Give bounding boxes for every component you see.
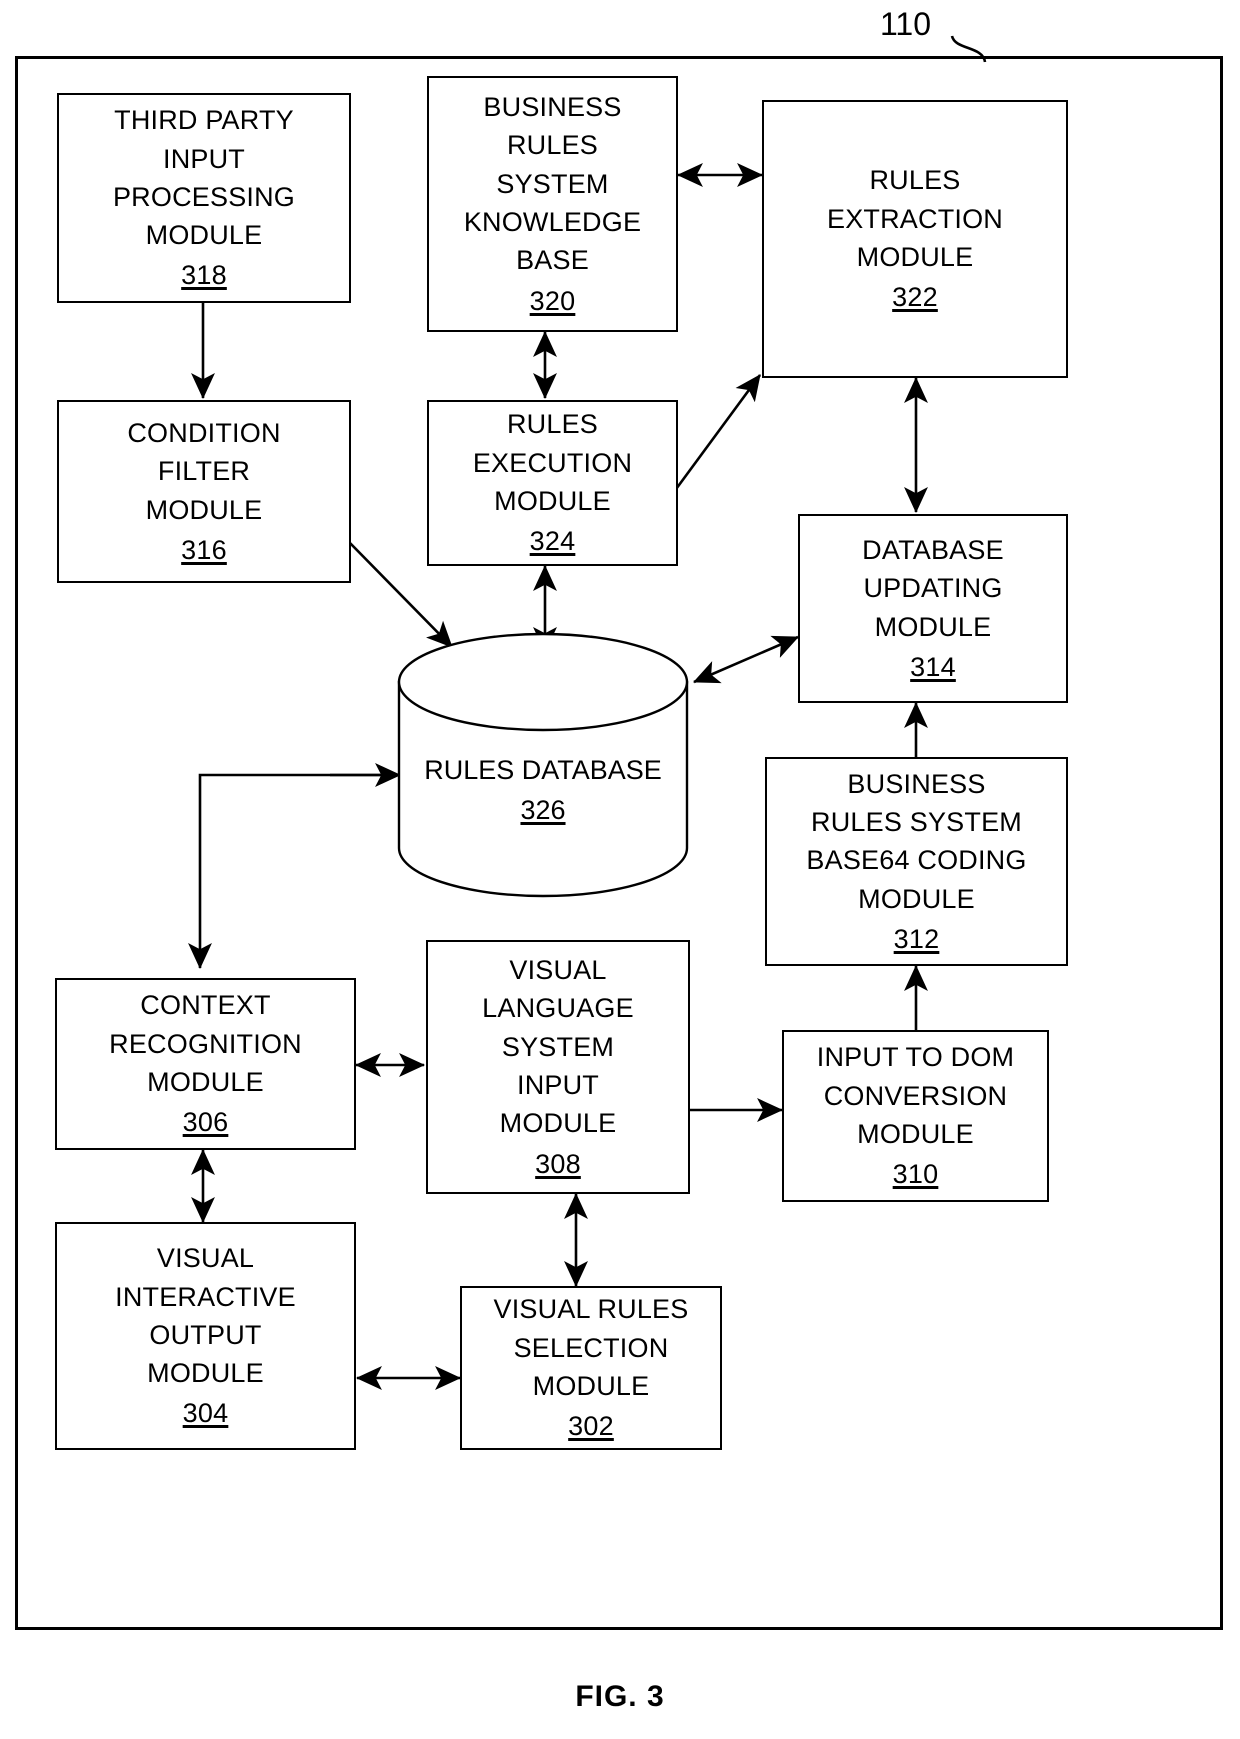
node-line: CONTEXT [140, 990, 271, 1021]
node-line: BASE [516, 245, 589, 276]
node-visual-rules-selection-module[interactable]: VISUAL RULES SELECTION MODULE 302 [460, 1286, 722, 1450]
node-line: BASE64 CODING [806, 845, 1027, 876]
node-reference-number: 318 [181, 260, 227, 291]
node-line: MODULE [858, 883, 975, 914]
node-reference-number: 324 [529, 526, 576, 557]
node-line: MODULE [532, 1371, 650, 1401]
node-line: THIRD PARTY [114, 105, 294, 136]
rules-database-label: RULES DATABASE 326 [424, 751, 662, 830]
node-line: DATABASE [862, 534, 1004, 565]
node-line: VISUAL [156, 1243, 255, 1274]
node-line: INPUT [517, 1070, 599, 1100]
node-input-to-dom-conversion-module[interactable]: INPUT TO DOM CONVERSION MODULE 310 [782, 1030, 1049, 1202]
node-line: RULES [869, 165, 961, 196]
node-line: MODULE [147, 1067, 264, 1097]
node-reference-number: 304 [182, 1398, 229, 1429]
node-line: OUTPUT [149, 1319, 262, 1350]
node-line: RULES SYSTEM [811, 807, 1022, 837]
node-line: KNOWLEDGE [463, 207, 642, 237]
node-line: RULES [506, 409, 599, 440]
node-line: RULES [424, 754, 515, 785]
node-line: BUSINESS [483, 92, 622, 123]
node-reference-number: 316 [181, 534, 227, 565]
node-visual-language-system-input-module[interactable]: VISUAL LANGUAGE SYSTEM INPUT MODULE 308 [426, 940, 690, 1194]
node-line: MODULE [494, 486, 611, 516]
node-line: PROCESSING [112, 181, 296, 212]
node-line: RECOGNITION [109, 1028, 302, 1059]
node-visual-interactive-output-module[interactable]: VISUAL INTERACTIVE OUTPUT MODULE 304 [55, 1222, 356, 1450]
node-line: BUSINESS [847, 768, 986, 799]
node-line: VISUAL RULES [493, 1294, 689, 1325]
figure-canvas: 110 RULES DATABASE 326 THIRD PARTY INPUT… [0, 0, 1240, 1739]
node-line: SYSTEM [496, 168, 609, 199]
node-line: MODULE [874, 611, 992, 642]
node-rules-execution-module[interactable]: RULES EXECUTION MODULE 324 [427, 400, 678, 566]
node-line: CONVERSION [823, 1080, 1008, 1111]
node-reference-number: 308 [535, 1148, 581, 1179]
node-line: SELECTION [513, 1332, 669, 1363]
node-rules-extraction-module[interactable]: RULES EXTRACTION MODULE 322 [762, 100, 1068, 378]
node-line: DATABASE [521, 754, 662, 785]
node-database-updating-module[interactable]: DATABASE UPDATING MODULE 314 [798, 514, 1068, 703]
node-third-party-input-processing-module[interactable]: THIRD PARTY INPUT PROCESSING MODULE 318 [57, 93, 351, 303]
node-line: INPUT TO DOM [816, 1042, 1015, 1073]
rules-database-node[interactable]: RULES DATABASE 326 [399, 700, 687, 880]
node-line: FILTER [157, 456, 251, 487]
node-reference-number: 310 [892, 1159, 939, 1190]
node-line: EXTRACTION [826, 203, 1003, 234]
node-reference-number: 326 [520, 795, 566, 825]
node-reference-number: 302 [568, 1411, 614, 1442]
node-line: INTERACTIVE [115, 1281, 296, 1312]
node-line: EXECUTION [472, 447, 633, 478]
node-business-rules-system-base64-coding-module[interactable]: BUSINESS RULES SYSTEM BASE64 CODING MODU… [765, 757, 1068, 966]
node-reference-number: 314 [910, 651, 956, 682]
node-line: MODULE [857, 1119, 974, 1149]
node-reference-number: 320 [529, 285, 576, 316]
node-line: MODULE [145, 220, 263, 251]
node-reference-number: 306 [182, 1107, 229, 1138]
node-line: CONDITION [127, 417, 281, 448]
node-line: INPUT [163, 143, 245, 174]
node-line: RULES [506, 130, 599, 161]
node-line: MODULE [145, 494, 263, 525]
figure-caption: FIG. 3 [575, 1680, 665, 1713]
node-reference-number: 312 [893, 923, 940, 954]
node-line: UPDATING [863, 573, 1003, 604]
system-reference-label: 110 [880, 6, 932, 42]
node-line: MODULE [499, 1108, 617, 1139]
node-line: MODULE [856, 242, 974, 272]
node-line: MODULE [147, 1358, 264, 1389]
node-reference-number: 322 [892, 282, 938, 313]
node-line: SYSTEM [501, 1031, 615, 1062]
node-line: VISUAL [509, 955, 607, 986]
node-context-recognition-module[interactable]: CONTEXT RECOGNITION MODULE 306 [55, 978, 356, 1150]
node-condition-filter-module[interactable]: CONDITION FILTER MODULE 316 [57, 400, 351, 583]
node-line: LANGUAGE [482, 993, 634, 1024]
node-business-rules-system-knowledge-base[interactable]: BUSINESS RULES SYSTEM KNOWLEDGE BASE 320 [427, 76, 678, 332]
